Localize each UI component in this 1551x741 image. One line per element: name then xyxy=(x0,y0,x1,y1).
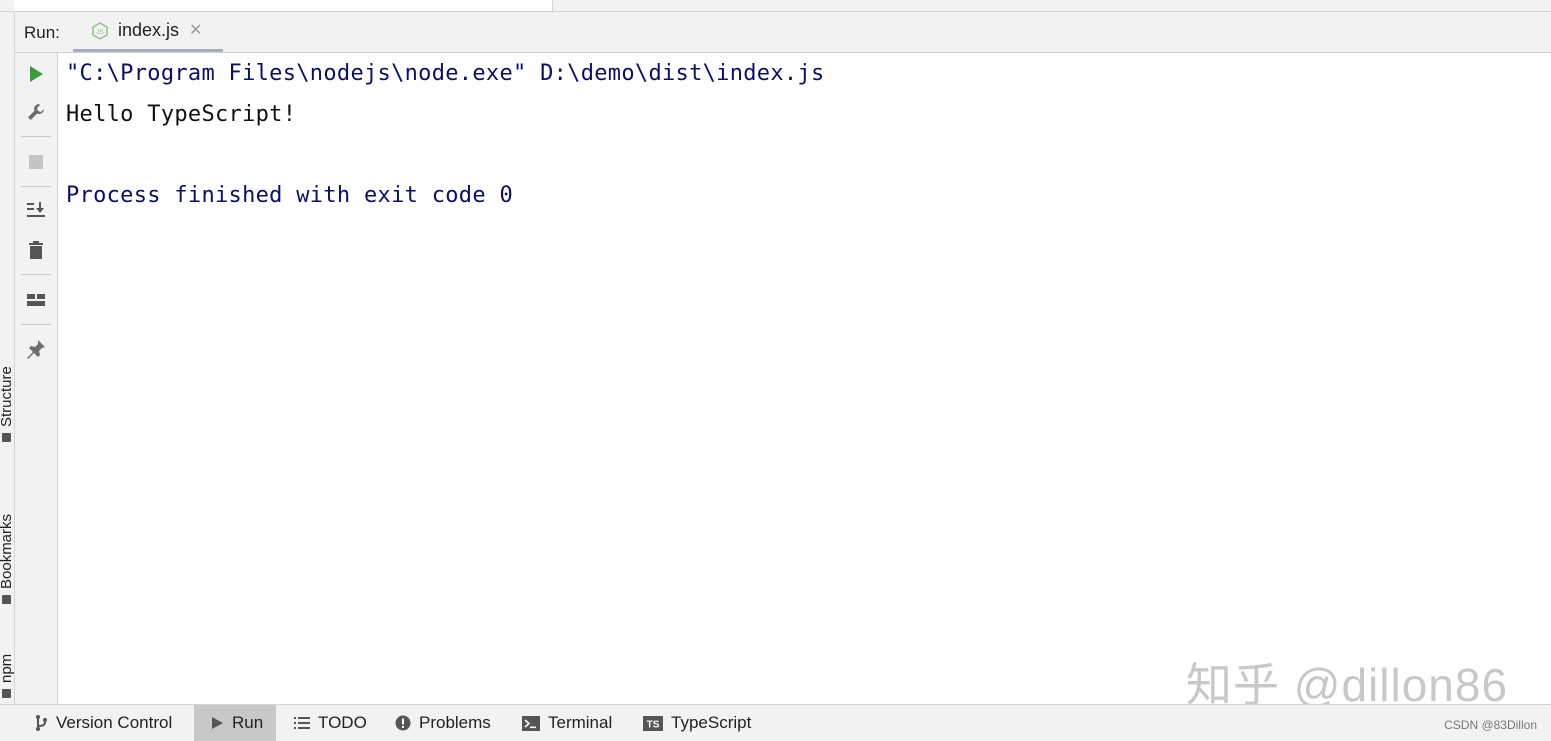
settings-button[interactable] xyxy=(24,100,48,124)
svg-text:TS: TS xyxy=(647,719,660,730)
rerun-icon xyxy=(30,66,43,82)
alert-icon xyxy=(395,715,411,731)
layout-button[interactable] xyxy=(24,288,48,312)
console-output-line: Hello TypeScript! xyxy=(66,102,297,127)
trash-icon xyxy=(29,241,43,259)
svg-text:JS: JS xyxy=(96,29,104,36)
clear-all-button[interactable] xyxy=(24,238,48,262)
nodejs-icon: JS xyxy=(92,21,108,40)
side-tab-structure[interactable]: Structure xyxy=(0,366,15,442)
scroll-to-end-button[interactable] xyxy=(24,198,48,222)
terminal-icon xyxy=(522,715,540,731)
scroll-to-end-icon xyxy=(27,202,45,217)
bottom-tool-bar: Version Control Run TODO Problems Termin… xyxy=(0,704,1551,741)
structure-icon xyxy=(2,433,11,442)
console-exit-line: Process finished with exit code 0 xyxy=(66,183,513,208)
npm-icon xyxy=(2,689,11,698)
toolbar-divider xyxy=(21,136,51,137)
bottom-tab-problems[interactable]: Problems xyxy=(385,705,501,741)
stop-button[interactable] xyxy=(24,150,48,174)
ts-icon: TS xyxy=(643,715,663,731)
toolbar-divider xyxy=(21,274,51,275)
bottom-tab-version-control-label: Version Control xyxy=(56,713,173,732)
stop-icon xyxy=(29,155,43,169)
rerun-button[interactable] xyxy=(24,62,48,86)
pin-tab-button[interactable] xyxy=(24,337,48,361)
editor-tab-strip xyxy=(0,0,1551,12)
toolbar-divider xyxy=(21,186,51,187)
console-output[interactable]: "C:\Program Files\nodejs\node.exe" D:\de… xyxy=(58,53,1551,711)
bottom-tab-run-label: Run xyxy=(232,713,264,732)
console-command-line: "C:\Program Files\nodejs\node.exe" D:\de… xyxy=(66,61,825,86)
side-tab-bookmarks[interactable]: Bookmarks xyxy=(0,513,15,604)
side-tab-npm-label: npm xyxy=(0,653,15,683)
list-icon xyxy=(294,717,310,729)
bottom-tab-run[interactable]: Run xyxy=(194,705,276,741)
credit-text: CSDN @83Dillon xyxy=(1444,718,1537,732)
run-tab-index-js[interactable]: JS index.js ✕ xyxy=(73,12,223,52)
bottom-tab-typescript[interactable]: TS TypeScript xyxy=(633,705,761,741)
side-tab-structure-label: Structure xyxy=(0,366,15,427)
bottom-tab-version-control[interactable]: Version Control xyxy=(24,705,182,741)
run-tab-label: index.js xyxy=(118,20,180,40)
left-tool-strip: Structure Bookmarks npm xyxy=(0,12,15,704)
run-panel-label: Run: xyxy=(24,23,60,42)
bottom-tab-typescript-label: TypeScript xyxy=(671,713,752,732)
run-toolbar xyxy=(15,53,58,704)
bottom-tab-terminal-label: Terminal xyxy=(548,713,613,732)
close-icon[interactable]: ✕ xyxy=(189,22,202,39)
bookmark-icon xyxy=(2,595,11,604)
bottom-tab-todo[interactable]: TODO xyxy=(284,705,377,741)
editor-tab-area[interactable] xyxy=(14,0,553,11)
wrench-icon xyxy=(28,104,44,120)
layout-icon xyxy=(27,294,45,306)
bottom-tab-terminal[interactable]: Terminal xyxy=(512,705,622,741)
bottom-tab-todo-label: TODO xyxy=(318,713,367,732)
side-tab-npm[interactable]: npm xyxy=(0,653,15,698)
run-icon xyxy=(212,717,223,729)
toolbar-divider xyxy=(21,324,51,325)
bottom-tab-problems-label: Problems xyxy=(419,713,491,732)
branch-icon xyxy=(36,715,47,731)
side-tab-bookmarks-label: Bookmarks xyxy=(0,513,15,589)
run-panel-header: Run: JS index.js ✕ xyxy=(15,12,1551,53)
pin-icon xyxy=(27,340,45,359)
